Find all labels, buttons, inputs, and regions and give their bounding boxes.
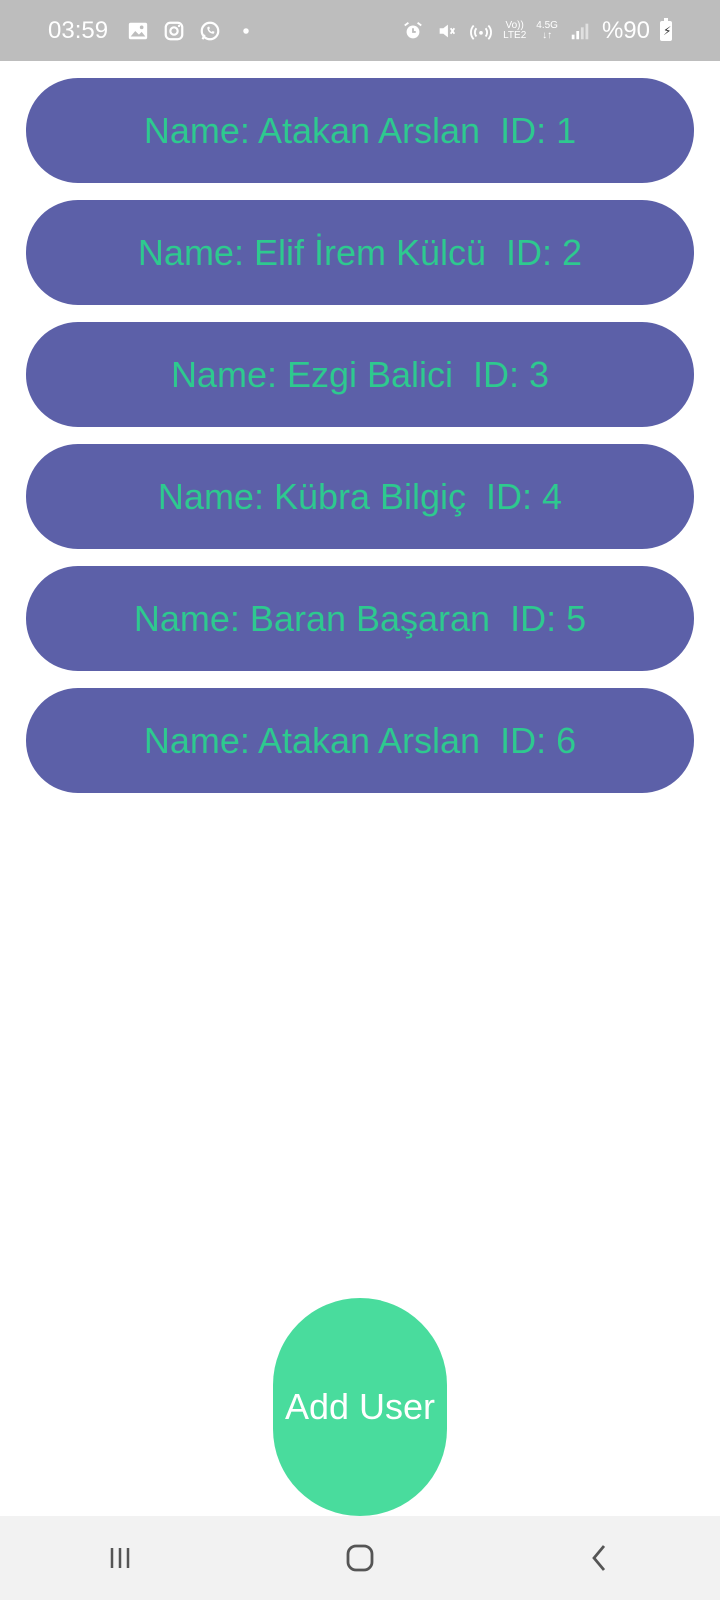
battery-icon: ⚡ (660, 17, 672, 41)
back-button[interactable] (570, 1528, 630, 1588)
navigation-bar (0, 1516, 720, 1600)
recent-apps-icon (110, 1548, 130, 1568)
mute-icon (435, 19, 459, 43)
status-left: 03:59 (48, 17, 258, 45)
home-button[interactable] (330, 1528, 390, 1588)
hotspot-icon (469, 19, 493, 43)
user-list-item[interactable]: Name: Atakan Arslan ID: 1 (26, 78, 694, 183)
volte-label: Vo)) LTE2 (503, 19, 527, 41)
dot-icon (234, 19, 258, 43)
status-right: Vo)) LTE2 4.5G ↓↑ %90 ⚡ (401, 17, 672, 45)
user-list-item[interactable]: Name: Atakan Arslan ID: 6 (26, 688, 694, 793)
alarm-icon (401, 19, 425, 43)
status-time: 03:59 (48, 16, 109, 44)
whatsapp-icon (198, 19, 222, 43)
recent-apps-button[interactable] (90, 1528, 150, 1588)
signal-icon (568, 19, 592, 43)
user-list-item[interactable]: Name: Baran Başaran ID: 5 (26, 566, 694, 671)
add-user-button[interactable]: Add User (273, 1298, 447, 1516)
user-list-item[interactable]: Name: Kübra Bilgiç ID: 4 (26, 444, 694, 549)
network-type-bottom: ↓↑ (542, 29, 553, 41)
back-icon (592, 1545, 606, 1571)
status-bar: 03:59 Vo)) LTE2 4.5G ↓↑ %90 ⚡ (0, 0, 720, 61)
home-icon (346, 1544, 374, 1572)
user-list-item[interactable]: Name: Ezgi Balici ID: 3 (26, 322, 694, 427)
instagram-icon (162, 19, 186, 43)
volte-bottom: LTE2 (503, 29, 527, 41)
user-list: Name: Atakan Arslan ID: 1 Name: Elif İre… (26, 78, 694, 810)
network-type-label: 4.5G ↓↑ (536, 19, 558, 41)
image-icon (126, 19, 150, 43)
volte-top: Vo)) (505, 19, 524, 31)
user-list-item[interactable]: Name: Elif İrem Külcü ID: 2 (26, 200, 694, 305)
battery-percent: %90 (601, 16, 650, 44)
network-type-top: 4.5G (536, 19, 558, 31)
